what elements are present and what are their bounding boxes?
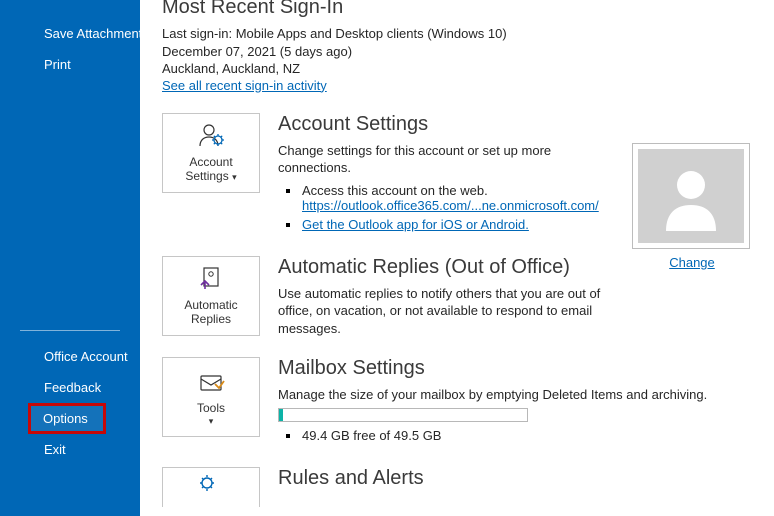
rules-alerts-desc: Rules and Alerts	[278, 467, 752, 507]
automatic-replies-desc: Automatic Replies (Out of Office) Use au…	[278, 256, 752, 338]
tools-tile[interactable]: Tools ▾	[162, 357, 260, 437]
account-settings-tile[interactable]: Account Settings ▾	[162, 113, 260, 193]
signin-client: Last sign-in: Mobile Apps and Desktop cl…	[162, 25, 752, 43]
account-web-url-link[interactable]: https://outlook.office365.com/...ne.onmi…	[302, 198, 599, 213]
automatic-replies-heading: Automatic Replies (Out of Office)	[278, 256, 622, 279]
rules-alerts-icon	[199, 473, 223, 503]
avatar-placeholder-icon	[638, 149, 744, 243]
account-web-access-label: Access this account on the web.	[302, 183, 488, 198]
account-mobile-app-item: Get the Outlook app for iOS or Android.	[278, 217, 622, 232]
sidebar-divider	[20, 330, 120, 331]
automatic-replies-tile[interactable]: Automatic Replies	[162, 256, 260, 336]
automatic-replies-text: Use automatic replies to notify others t…	[278, 285, 622, 338]
mailbox-settings-text: Manage the size of your mailbox by empty…	[278, 386, 732, 404]
account-web-access-item: Access this account on the web. https://…	[278, 183, 622, 213]
get-outlook-app-link[interactable]: Get the Outlook app for iOS or Android.	[302, 217, 529, 232]
sidebar-feedback[interactable]: Feedback	[0, 372, 140, 403]
account-settings-icon	[196, 122, 226, 156]
auto-replies-tile-label2: Replies	[191, 313, 231, 327]
sidebar-print[interactable]: Print	[0, 49, 140, 80]
sidebar-spacer	[0, 80, 140, 320]
account-settings-row: Account Settings ▾ Account Settings Chan…	[162, 113, 752, 236]
recent-signin-section: Most Recent Sign-In Last sign-in: Mobile…	[162, 0, 752, 93]
rules-alerts-row: Rules and Alerts	[162, 467, 752, 507]
chevron-down-icon: ▾	[209, 418, 214, 425]
automatic-replies-icon	[198, 265, 224, 299]
account-settings-tile-label1: Account	[189, 156, 232, 170]
signin-activity-link[interactable]: See all recent sign-in activity	[162, 78, 327, 93]
automatic-replies-row: Automatic Replies Automatic Replies (Out…	[162, 256, 752, 338]
auto-replies-tile-label1: Automatic	[184, 299, 237, 313]
sidebar-office-account[interactable]: Office Account	[0, 341, 140, 372]
mailbox-settings-desc: Mailbox Settings Manage the size of your…	[278, 357, 752, 447]
mailbox-settings-row: Tools ▾ Mailbox Settings Manage the size…	[162, 357, 752, 447]
signin-date: December 07, 2021 (5 days ago)	[162, 43, 752, 61]
signin-location: Auckland, Auckland, NZ	[162, 60, 752, 78]
sidebar-save-attachments[interactable]: Save Attachments	[0, 18, 140, 49]
sidebar-options[interactable]: Options	[28, 403, 106, 434]
backstage-sidebar: Save Attachments Print Office Account Fe…	[0, 0, 140, 516]
tools-tile-label: Tools	[197, 402, 225, 416]
account-info-panel: Most Recent Sign-In Last sign-in: Mobile…	[140, 0, 774, 516]
mailbox-storage-text: 49.4 GB free of 49.5 GB	[278, 428, 732, 443]
mailbox-usage-fill	[279, 409, 283, 421]
sidebar-exit[interactable]: Exit	[0, 434, 140, 465]
account-settings-text: Change settings for this account or set …	[278, 142, 622, 177]
account-settings-heading: Account Settings	[278, 113, 622, 136]
avatar-frame	[632, 143, 750, 249]
mailbox-usage-bar	[278, 408, 528, 422]
mailbox-settings-heading: Mailbox Settings	[278, 357, 732, 380]
chevron-down-icon: ▾	[232, 172, 237, 182]
rules-alerts-heading: Rules and Alerts	[278, 467, 732, 490]
account-avatar-box: Change	[632, 143, 752, 270]
account-settings-tile-label2: Settings ▾	[185, 170, 236, 184]
rules-alerts-tile[interactable]	[162, 467, 260, 507]
tools-icon	[197, 370, 225, 402]
recent-signin-heading: Most Recent Sign-In	[162, 0, 752, 19]
